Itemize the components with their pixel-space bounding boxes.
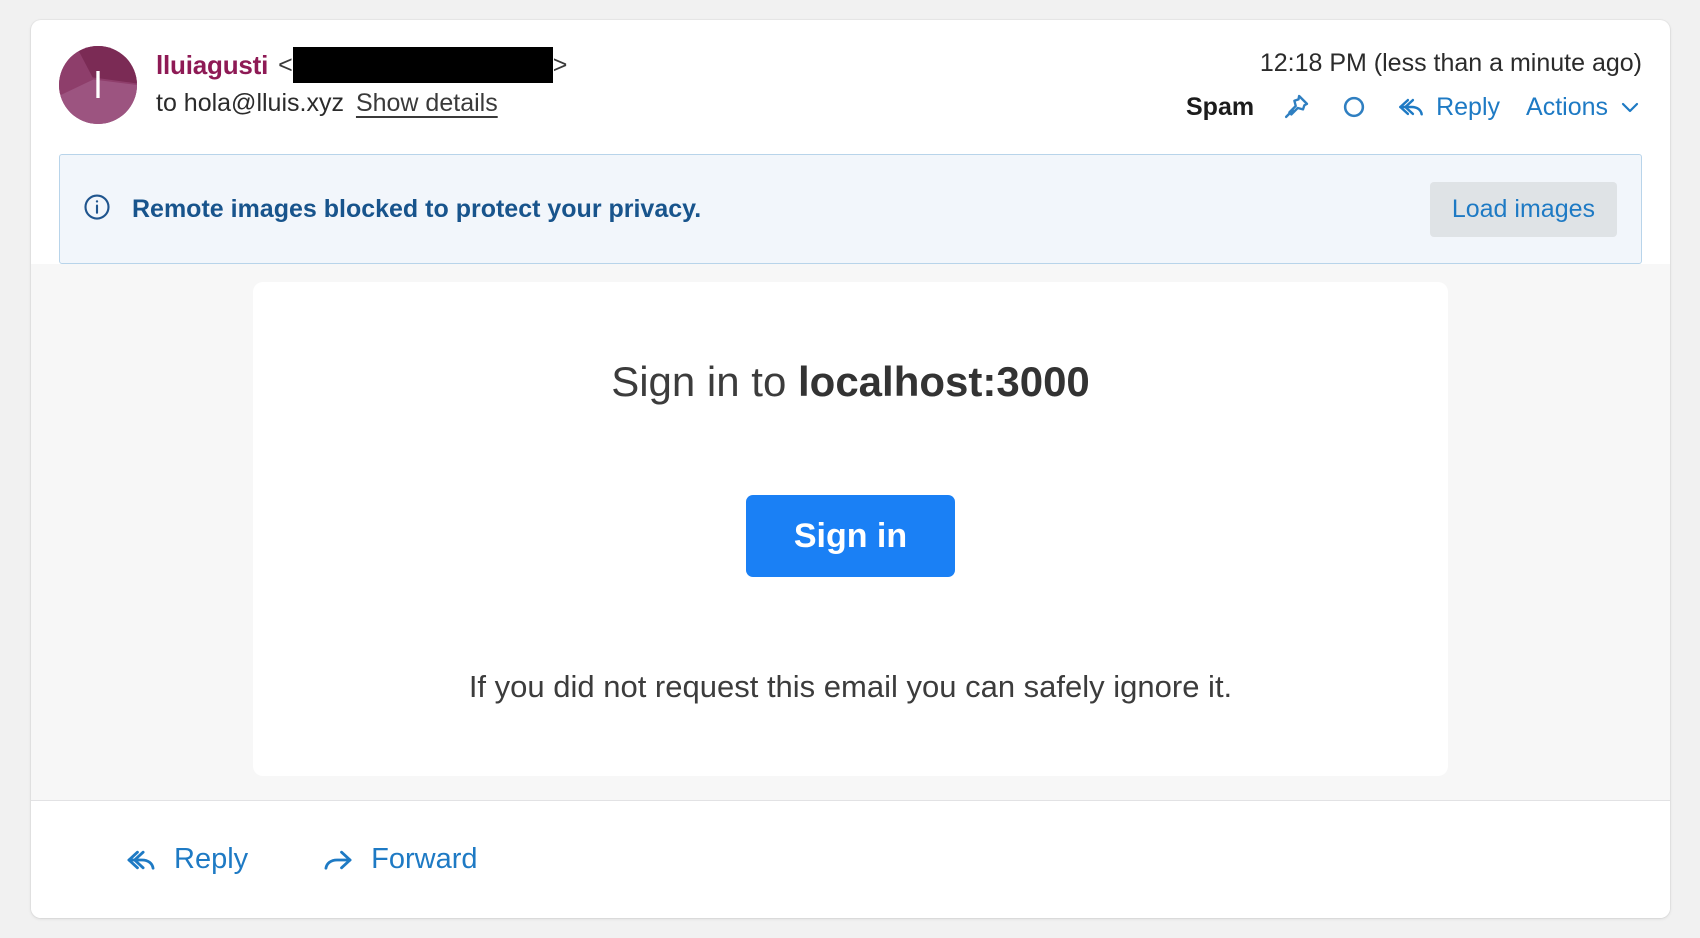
spam-button[interactable]: Spam <box>1186 93 1254 122</box>
actions-menu-button[interactable]: Actions <box>1526 93 1642 122</box>
forward-arrow-icon <box>324 850 352 870</box>
sender-text-block: lluiagusti < > to hola@lluis.xyz Show de… <box>156 44 567 118</box>
actions-label: Actions <box>1526 92 1608 121</box>
remote-images-message: Remote images blocked to protect your pr… <box>132 194 702 223</box>
address-angle-close: > <box>552 50 568 79</box>
signin-heading-prefix: Sign in to <box>611 358 798 405</box>
email-message-card: l lluiagusti < > to hola@lluis.xyz Show … <box>31 20 1670 918</box>
reply-button-footer[interactable]: Reply <box>124 843 248 877</box>
circle-unread-icon[interactable] <box>1338 91 1370 123</box>
avatar: l <box>59 46 137 124</box>
show-details-link[interactable]: Show details <box>356 89 498 118</box>
header-actions-row: Spam Reply Actions <box>1186 87 1642 127</box>
reply-label-footer: Reply <box>174 843 249 875</box>
signin-button[interactable]: Sign in <box>745 495 956 578</box>
sender-address-redacted <box>292 47 553 83</box>
remote-images-banner: Remote images blocked to protect your pr… <box>59 154 1642 264</box>
email-footer: Reply Forward <box>31 800 1670 918</box>
signin-heading-host: localhost:3000 <box>798 358 1090 405</box>
email-body: Sign in to localhost:3000 Sign in If you… <box>31 264 1670 800</box>
chevron-down-icon <box>1621 102 1639 113</box>
header-right-block: 12:18 PM (less than a minute ago) Spam R… <box>1186 44 1642 127</box>
forward-label-footer: Forward <box>371 843 478 875</box>
signin-heading: Sign in to localhost:3000 <box>611 357 1090 407</box>
message-timestamp: 12:18 PM (less than a minute ago) <box>1259 49 1642 77</box>
sender-name-row: lluiagusti < > <box>156 46 567 84</box>
info-circle-icon <box>82 192 112 227</box>
email-header: l lluiagusti < > to hola@lluis.xyz Show … <box>31 20 1670 144</box>
images-banner-wrapper: Remote images blocked to protect your pr… <box>31 144 1670 264</box>
forward-button-footer[interactable]: Forward <box>321 843 478 877</box>
address-angle-open: < <box>278 50 293 79</box>
avatar-initial: l <box>93 64 103 106</box>
load-images-button[interactable]: Load images <box>1429 181 1617 237</box>
recipient-label: to hola@lluis.xyz <box>156 89 344 117</box>
sender-name[interactable]: lluiagusti <box>156 50 268 81</box>
pin-icon[interactable] <box>1280 91 1312 123</box>
reply-button-header[interactable]: Reply <box>1396 92 1500 122</box>
banner-left-group: Remote images blocked to protect your pr… <box>82 192 701 227</box>
message-content-card: Sign in to localhost:3000 Sign in If you… <box>253 282 1448 777</box>
recipient-row: to hola@lluis.xyz Show details <box>156 89 567 118</box>
reply-label-header: Reply <box>1436 92 1501 121</box>
reply-arrow-icon <box>127 850 155 870</box>
ignore-notice: If you did not request this email you ca… <box>468 669 1233 705</box>
